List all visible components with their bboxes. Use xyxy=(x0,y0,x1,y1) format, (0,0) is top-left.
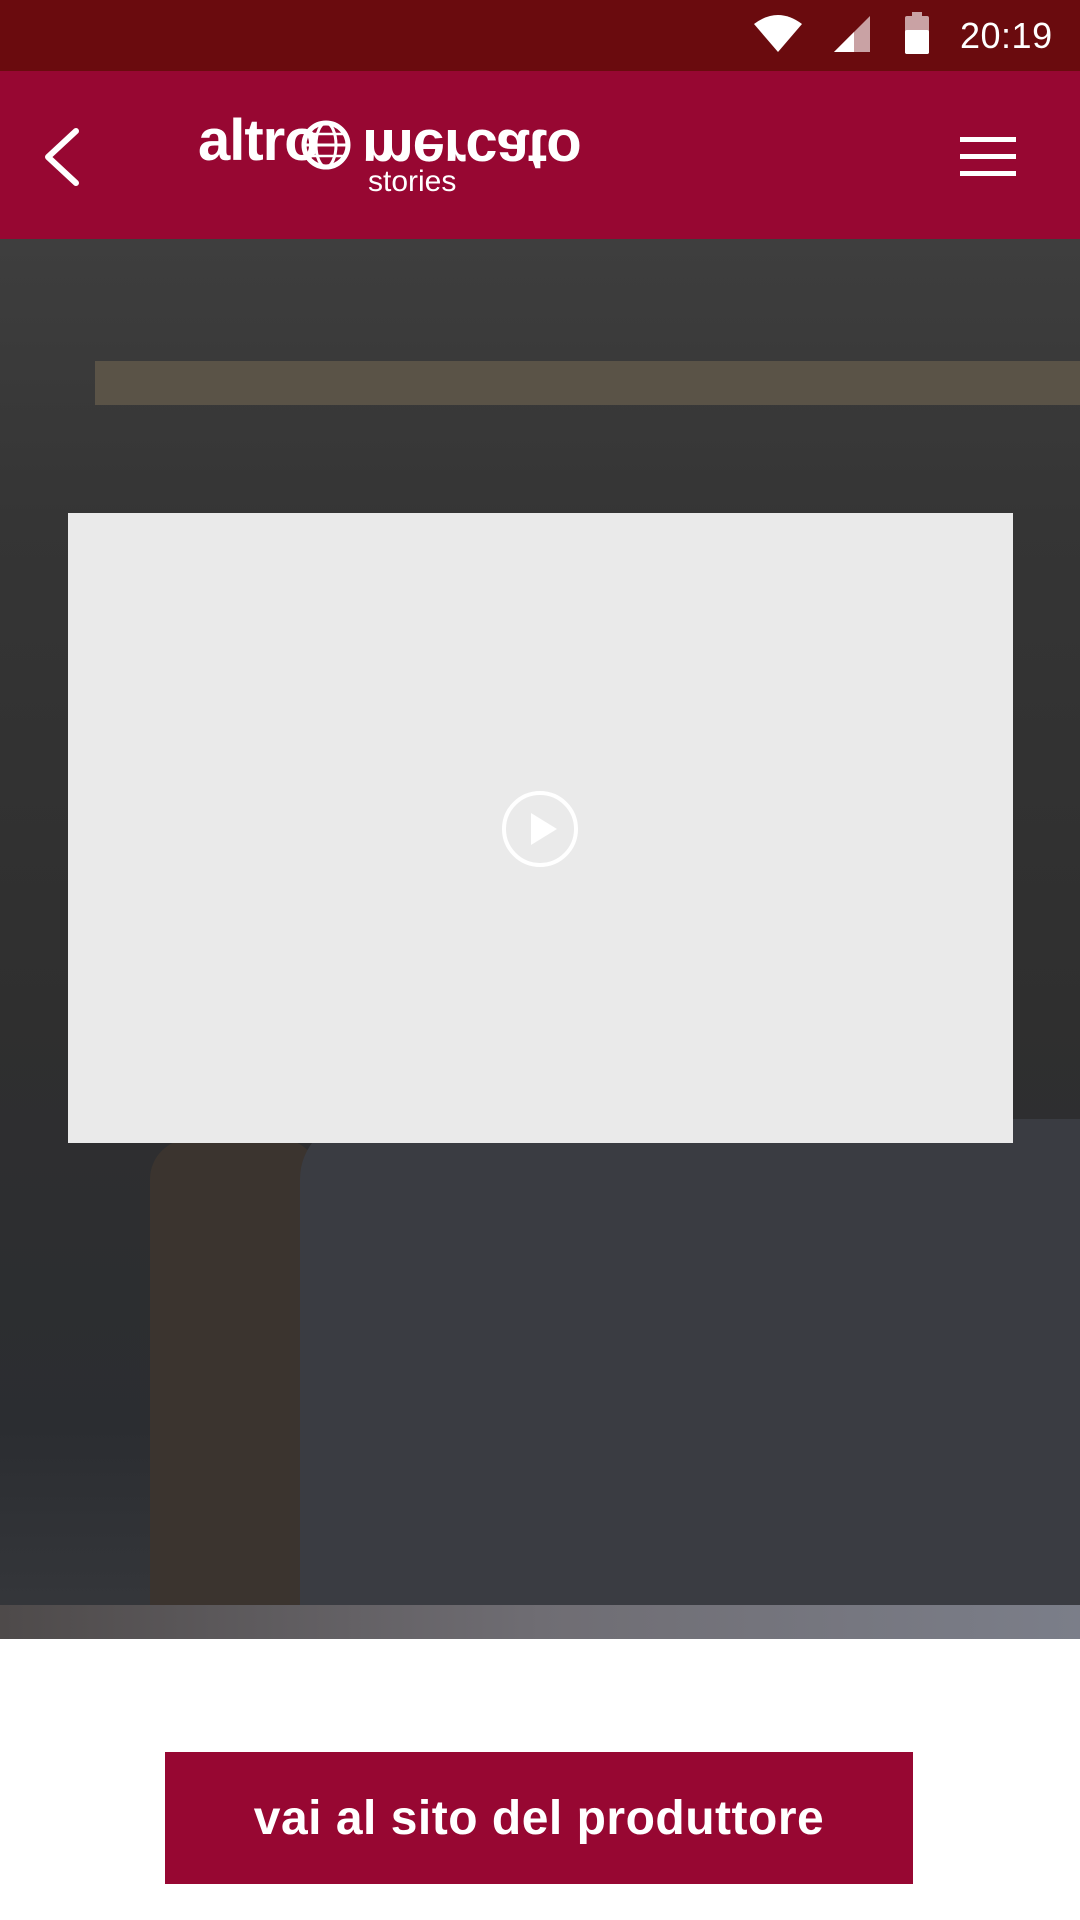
photo-bottom-strip xyxy=(0,1605,1080,1639)
photo-shirt xyxy=(300,1119,1080,1639)
app-bar: altro mercato stories xyxy=(0,71,1080,239)
chevron-left-icon xyxy=(45,128,79,186)
globe-icon xyxy=(301,120,351,170)
wifi-icon xyxy=(754,15,802,52)
photo-shelf xyxy=(95,361,1080,405)
logo-subtitle: stories xyxy=(368,165,457,198)
menu-button[interactable] xyxy=(952,127,1024,187)
signal-icon xyxy=(834,16,870,52)
photo-arm xyxy=(150,1139,320,1639)
hamburger-menu-icon xyxy=(960,137,1016,176)
video-player[interactable] xyxy=(68,513,1013,1143)
battery-icon xyxy=(905,12,929,54)
play-circle-icon[interactable] xyxy=(500,789,580,869)
status-bar: 20:19 xyxy=(0,0,1080,71)
producer-site-button[interactable]: vai al sito del produttore xyxy=(165,1752,913,1884)
back-button[interactable] xyxy=(30,111,100,201)
brand-logo: altro mercato stories xyxy=(198,109,581,199)
status-time: 20:19 xyxy=(960,15,1053,56)
